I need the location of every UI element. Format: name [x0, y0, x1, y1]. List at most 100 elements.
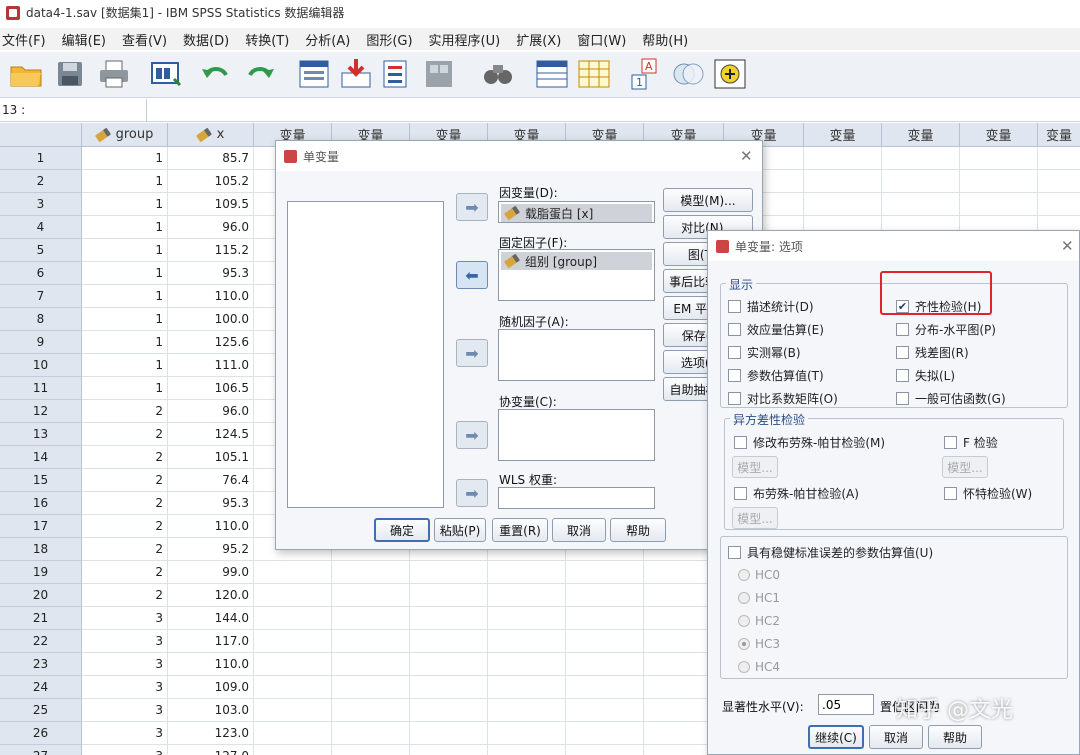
cell-group[interactable]: 3: [82, 676, 168, 699]
residual-plot-checkbox[interactable]: 残差图(R): [896, 344, 969, 361]
empty-cell[interactable]: [332, 745, 410, 755]
reset-button[interactable]: 重置(R): [492, 518, 548, 542]
help-button[interactable]: 帮助: [610, 518, 666, 542]
ok-button[interactable]: 确定: [374, 518, 430, 542]
cell-x[interactable]: 115.2: [168, 239, 254, 262]
cell-group[interactable]: 2: [82, 492, 168, 515]
empty-cell[interactable]: [566, 745, 644, 755]
cell-group[interactable]: 2: [82, 446, 168, 469]
empty-cell[interactable]: [488, 722, 566, 745]
empty-cell[interactable]: [566, 607, 644, 630]
menu-help[interactable]: 帮助(H): [640, 30, 688, 49]
empty-cell[interactable]: [488, 607, 566, 630]
empty-cell[interactable]: [410, 745, 488, 755]
cell-group[interactable]: 1: [82, 216, 168, 239]
empty-cell[interactable]: [254, 676, 332, 699]
empty-cell[interactable]: [882, 193, 960, 216]
empty-cell[interactable]: [566, 584, 644, 607]
empty-cell[interactable]: [566, 722, 644, 745]
cell-x[interactable]: 127.0: [168, 745, 254, 755]
help-button[interactable]: 帮助: [928, 725, 982, 749]
cell-group[interactable]: 3: [82, 630, 168, 653]
empty-cell[interactable]: [332, 699, 410, 722]
undo-icon[interactable]: [198, 57, 234, 91]
empty-cell[interactable]: [410, 584, 488, 607]
empty-cell[interactable]: [566, 561, 644, 584]
descriptive-stats-checkbox[interactable]: 描述统计(D): [728, 298, 814, 315]
observed-power-checkbox[interactable]: 实测幂(B): [728, 344, 801, 361]
empty-cell[interactable]: [254, 561, 332, 584]
row-header[interactable]: 25: [0, 699, 82, 722]
robust-se-checkbox[interactable]: 具有稳健标准误差的参数估算值(U): [728, 544, 933, 561]
row-header[interactable]: 19: [0, 561, 82, 584]
cell-group[interactable]: 1: [82, 147, 168, 170]
cell-group[interactable]: 2: [82, 584, 168, 607]
empty-cell[interactable]: [254, 630, 332, 653]
add-icon[interactable]: [712, 57, 748, 91]
cell-group[interactable]: 2: [82, 469, 168, 492]
cell-group[interactable]: 2: [82, 515, 168, 538]
cell-x[interactable]: 99.0: [168, 561, 254, 584]
empty-cell[interactable]: [804, 170, 882, 193]
effect-size-checkbox[interactable]: 效应量估算(E): [728, 321, 824, 338]
row-header[interactable]: 17: [0, 515, 82, 538]
cell-x[interactable]: 110.0: [168, 285, 254, 308]
row-header[interactable]: 14: [0, 446, 82, 469]
row-header[interactable]: 11: [0, 377, 82, 400]
continue-button[interactable]: 继续(C): [808, 725, 864, 749]
cell-group[interactable]: 3: [82, 653, 168, 676]
empty-cell[interactable]: [566, 653, 644, 676]
cell-x[interactable]: 144.0: [168, 607, 254, 630]
empty-cell[interactable]: [410, 607, 488, 630]
empty-cell[interactable]: [332, 607, 410, 630]
cell-x[interactable]: 105.2: [168, 170, 254, 193]
cell-x[interactable]: 95.3: [168, 262, 254, 285]
fixed-factor-item[interactable]: 组别 [group]: [501, 252, 652, 270]
row-header[interactable]: 15: [0, 469, 82, 492]
menu-file[interactable]: 文件(F): [0, 30, 46, 49]
cell-group[interactable]: 1: [82, 193, 168, 216]
cell-group[interactable]: 1: [82, 285, 168, 308]
cell-group[interactable]: 2: [82, 561, 168, 584]
cell-group[interactable]: 1: [82, 377, 168, 400]
cell-x[interactable]: 85.7: [168, 147, 254, 170]
source-variable-list[interactable]: [287, 201, 444, 508]
use-sets-icon[interactable]: [670, 57, 706, 91]
empty-cell[interactable]: [488, 676, 566, 699]
empty-cell[interactable]: [566, 699, 644, 722]
cell-x[interactable]: 109.5: [168, 193, 254, 216]
covariate-box[interactable]: [498, 409, 655, 461]
move-to-fixed-factor-button[interactable]: ⬅: [456, 261, 488, 289]
empty-cell[interactable]: [1038, 170, 1080, 193]
empty-cell[interactable]: [254, 607, 332, 630]
menu-data[interactable]: 数据(D): [181, 30, 229, 49]
empty-cell[interactable]: [410, 630, 488, 653]
redo-icon[interactable]: [242, 57, 278, 91]
wls-weight-box[interactable]: [498, 487, 655, 509]
cell-group[interactable]: 1: [82, 239, 168, 262]
row-header[interactable]: 24: [0, 676, 82, 699]
cell-x[interactable]: 123.0: [168, 722, 254, 745]
close-icon[interactable]: ✕: [1061, 237, 1074, 255]
menu-transform[interactable]: 转换(T): [243, 30, 289, 49]
cell-x[interactable]: 109.0: [168, 676, 254, 699]
cell-x[interactable]: 110.0: [168, 653, 254, 676]
empty-cell[interactable]: [410, 699, 488, 722]
row-header[interactable]: 2: [0, 170, 82, 193]
empty-cell[interactable]: [960, 147, 1038, 170]
cell-x[interactable]: 103.0: [168, 699, 254, 722]
cell-x[interactable]: 106.5: [168, 377, 254, 400]
cell-x[interactable]: 96.0: [168, 400, 254, 423]
select-cases-icon[interactable]: [576, 57, 612, 91]
cell-x[interactable]: 76.4: [168, 469, 254, 492]
cell-group[interactable]: 1: [82, 354, 168, 377]
modified-breusch-pagan-checkbox[interactable]: 修改布劳殊-帕甘检验(M): [734, 434, 885, 451]
row-header[interactable]: 22: [0, 630, 82, 653]
empty-cell[interactable]: [410, 561, 488, 584]
contrast-matrix-checkbox[interactable]: 对比系数矩阵(O): [728, 390, 838, 407]
row-header[interactable]: 1: [0, 147, 82, 170]
empty-cell[interactable]: [332, 676, 410, 699]
empty-cell[interactable]: [488, 653, 566, 676]
cell-x[interactable]: 110.0: [168, 515, 254, 538]
empty-cell[interactable]: [332, 722, 410, 745]
